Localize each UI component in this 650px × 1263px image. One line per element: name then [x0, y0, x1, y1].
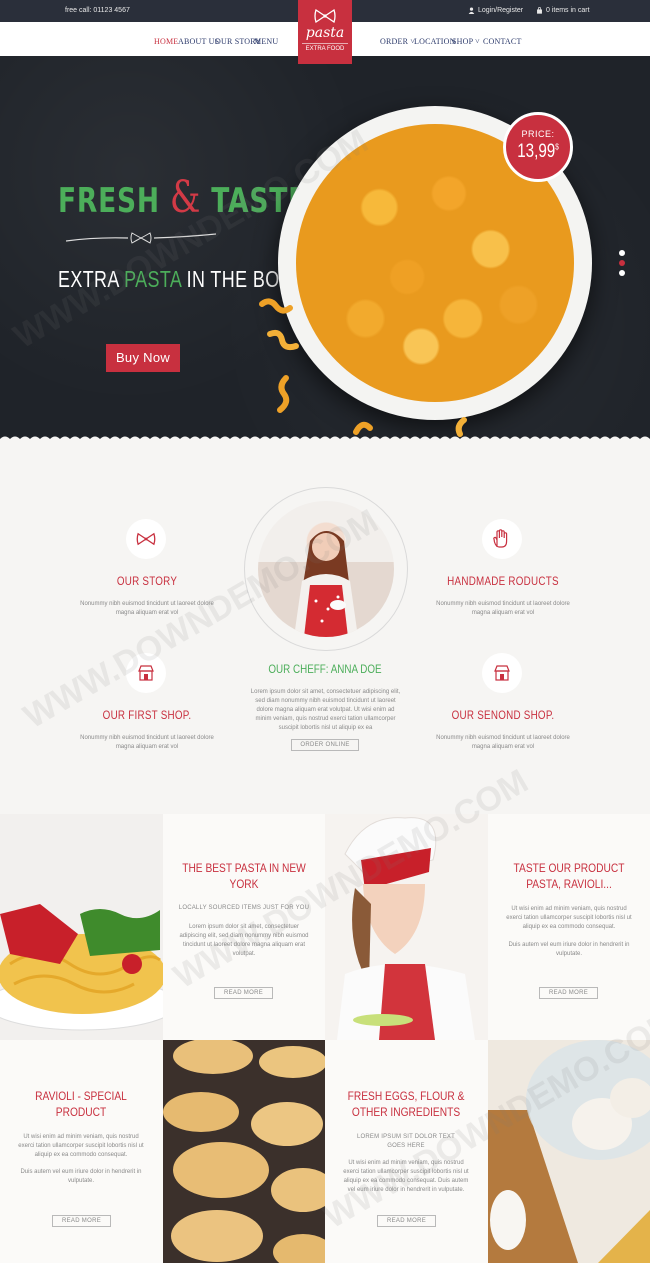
login-label: Login/Register — [478, 7, 524, 14]
eggs-title: FRESH EGGS, FLOUR & OTHER INGREDIENTS — [347, 1089, 465, 1119]
best-pasta-kicker: LOCALLY SOURCED ITEMS JUST FOR YOU — [178, 905, 310, 911]
ravioli-text-1: Ut wisi enim ad minim veniam, quis nostr… — [18, 1134, 144, 1158]
page: free call: 01123 4567 Login/Register 0 i… — [0, 0, 650, 1263]
nav-order-label: ORDER — [380, 37, 409, 46]
slider-dots — [619, 250, 625, 280]
taste-product-text-1: Ut wisi enim ad minim veniam, quis nostr… — [506, 906, 632, 930]
ravioli-card: RAVIOLI - SPECIAL PRODUCT Ut wisi enim a… — [0, 1040, 163, 1263]
girl-chef-photo — [325, 814, 488, 1040]
best-pasta-text: Lorem ipsum dolor sit amet, consectetuer… — [179, 924, 309, 957]
nav-menu[interactable]: MENU — [254, 37, 278, 46]
best-pasta-title: THE BEST PASTA IN NEW YORK — [182, 861, 306, 891]
hero-title-fresh: FRESH — [58, 181, 160, 221]
buy-now-button[interactable]: Buy Now — [106, 344, 180, 372]
taste-product-title: TASTE OUR PRODUCT PASTA, RAVIOLI... — [513, 861, 625, 891]
ravioli-text-2: Duis autem vel eum iriure dolor in hendr… — [20, 1169, 142, 1184]
hero-sub-extra: EXTRA — [58, 266, 119, 292]
chef-portrait — [294, 531, 358, 637]
taste-product-card: TASTE OUR PRODUCT PASTA, RAVIOLI... Ut w… — [488, 814, 650, 1040]
handmade-text: Nonummy nibh euismod tincidunt ut laoree… — [436, 601, 570, 616]
price-value: 13,99$ — [512, 141, 563, 163]
second-shop-icon-wrap — [482, 653, 522, 693]
nav-location[interactable]: LOCATION — [414, 37, 456, 46]
farfalle-icon — [314, 8, 336, 24]
cart-label: 0 items in cart — [546, 7, 590, 14]
handmade-title: HANDMADE RODUCTS — [447, 574, 559, 588]
slider-dot-3[interactable] — [619, 270, 625, 276]
hero-title-amp: & — [169, 172, 202, 223]
best-pasta-read-more[interactable]: READ MORE — [214, 987, 273, 999]
nav-contact[interactable]: CONTACT — [483, 37, 522, 46]
chef-title: OUR CHEFF: ANNA DOE — [268, 662, 382, 676]
ravioli-title: RAVIOLI - SPECIAL PRODUCT — [35, 1089, 127, 1119]
second-shop-title: OUR SENOND SHOP. — [451, 708, 555, 722]
first-shop-icon-wrap — [126, 653, 166, 693]
slider-dot-2[interactable] — [619, 260, 625, 266]
eggs-photo — [488, 1040, 650, 1263]
nav-home[interactable]: HOME — [154, 37, 178, 46]
first-shop-text: Nonummy nibh euismod tincidunt ut laoree… — [80, 735, 214, 750]
ornament-divider — [66, 232, 216, 244]
phone-number: free call: 01123 4567 — [65, 7, 130, 14]
eggs-image — [488, 1040, 650, 1263]
order-online-button[interactable]: ORDER ONLINE — [291, 739, 359, 751]
ravioli-photo — [163, 1040, 325, 1263]
our-story-text: Nonummy nibh euismod tincidunt ut laoree… — [80, 601, 214, 616]
eggs-kicker: LOREM IPSUM SIT DOLOR TEXT GOES HERE — [357, 1134, 455, 1149]
slider-dot-1[interactable] — [619, 250, 625, 256]
handmade-icon-wrap — [482, 519, 522, 559]
price-badge: PRICE: 13,99$ — [503, 112, 573, 182]
chef-text: Lorem ipsum dolor sit amet, consectetuer… — [250, 689, 401, 731]
hand-icon — [493, 529, 508, 548]
ravioli-read-more[interactable]: READ MORE — [52, 1215, 111, 1227]
farfalle-icon — [136, 532, 156, 546]
taste-product-read-more[interactable]: READ MORE — [539, 987, 598, 999]
nav-shop[interactable]: SHOP ˅ — [452, 37, 480, 46]
price-currency: $ — [555, 142, 559, 152]
our-story-icon-wrap — [126, 519, 166, 559]
price-amount: 13,99 — [517, 141, 556, 162]
hero-banner: FRESH & TASTE EXTRA PASTA IN THE BOX Buy… — [0, 56, 650, 440]
spaghetti-photo — [0, 814, 163, 1040]
eggs-card: FRESH EGGS, FLOUR & OTHER INGREDIENTS LO… — [325, 1040, 488, 1263]
taste-product-text-2: Duis autem vel eum iriure dolor in hendr… — [508, 942, 630, 957]
nav-order[interactable]: ORDER ˅ — [380, 37, 415, 46]
eggs-text: Ut wisi enim ad minim veniam, quis nostr… — [343, 1160, 469, 1193]
logo-name: pasta — [305, 25, 345, 41]
chevron-down-icon: ˅ — [472, 37, 480, 46]
nav-shop-label: SHOP — [452, 37, 473, 46]
shop-icon — [494, 665, 510, 681]
hero-subtitle: EXTRA PASTA IN THE BOX — [58, 266, 292, 293]
chef-photo — [258, 501, 394, 637]
first-shop-title: OUR FIRST SHOP. — [102, 708, 192, 722]
price-label: PRICE: — [521, 129, 555, 139]
shop-icon — [138, 665, 154, 681]
site-logo[interactable]: pasta EXTRA FOOD — [298, 0, 352, 64]
girl-chef-image — [325, 814, 488, 1040]
eggs-read-more[interactable]: READ MORE — [377, 1215, 436, 1227]
hero-sub-pasta: PASTA — [124, 266, 182, 292]
hero-title: FRESH & TASTE — [58, 172, 307, 223]
about-section: OUR STORY Nonummy nibh euismod tincidunt… — [0, 440, 650, 814]
our-story-title: OUR STORY — [116, 574, 178, 588]
cart-link[interactable]: 0 items in cart — [536, 7, 590, 14]
best-pasta-card: THE BEST PASTA IN NEW YORK LOCALLY SOURC… — [163, 814, 325, 1040]
loose-pasta-image — [259, 298, 299, 413]
hero-sub-rest: IN THE BOX — [186, 266, 292, 292]
bag-icon — [537, 7, 542, 14]
ravioli-image — [163, 1040, 325, 1263]
second-shop-text: Nonummy nibh euismod tincidunt ut laoree… — [436, 735, 570, 750]
login-link[interactable]: Login/Register — [468, 7, 523, 14]
spaghetti-image — [0, 814, 163, 1040]
nav-about-us[interactable]: ABOUT US — [178, 37, 219, 46]
user-icon — [468, 7, 475, 14]
logo-subtitle: EXTRA FOOD — [302, 43, 348, 52]
